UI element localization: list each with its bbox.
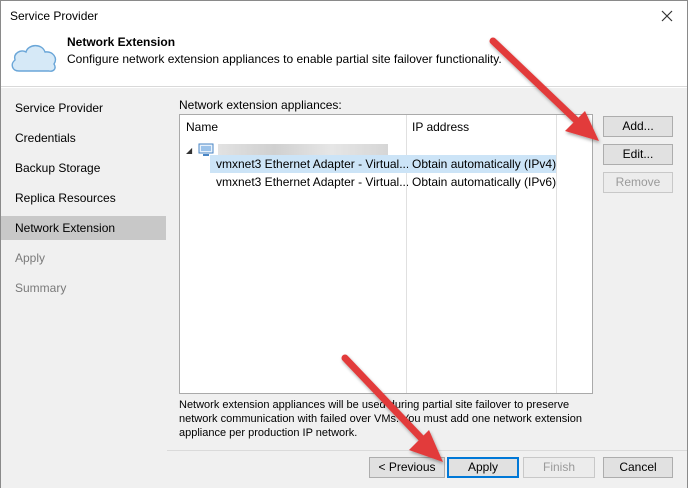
- column-divider: [556, 115, 557, 393]
- wizard-header: Network Extension Configure network exte…: [1, 31, 687, 87]
- row-name-cell: vmxnet3 Ethernet Adapter - Virtual...: [212, 155, 408, 173]
- row-name: vmxnet3 Ethernet Adapter - Virtual...: [216, 157, 408, 171]
- step-apply: Apply: [15, 251, 46, 265]
- row-ip: Obtain automatically (IPv6): [412, 175, 557, 189]
- row-ip: Obtain automatically (IPv4): [412, 157, 557, 171]
- page-subtitle: Configure network extension appliances t…: [67, 52, 502, 66]
- row-name-cell: vmxnet3 Ethernet Adapter - Virtual...: [212, 173, 408, 191]
- table-row[interactable]: vmxnet3 Ethernet Adapter - Virtual... Ob…: [210, 155, 556, 173]
- step-network-extension[interactable]: Network Extension: [1, 216, 166, 240]
- remove-button: Remove: [603, 172, 673, 193]
- table-row[interactable]: vmxnet3 Ethernet Adapter - Virtual... Ob…: [210, 173, 556, 191]
- wizard-steps: Service Provider Credentials Backup Stor…: [1, 88, 167, 488]
- close-button[interactable]: [653, 4, 681, 28]
- info-note: Network extension appliances will be use…: [179, 399, 582, 439]
- collapse-icon[interactable]: ◢: [186, 146, 192, 155]
- step-summary: Summary: [15, 281, 67, 295]
- add-button[interactable]: Add...: [603, 116, 673, 137]
- step-credentials[interactable]: Credentials: [1, 126, 166, 150]
- column-header-name[interactable]: Name: [180, 115, 406, 139]
- finish-button: Finish: [523, 457, 595, 478]
- row-name: vmxnet3 Ethernet Adapter - Virtual...: [216, 175, 408, 189]
- column-header-ip[interactable]: IP address: [406, 115, 556, 139]
- step-backup-storage[interactable]: Backup Storage: [1, 156, 166, 180]
- wizard-window: Service Provider Network Extension Confi…: [0, 0, 688, 488]
- appliances-label: Network extension appliances:: [179, 98, 342, 112]
- page-title: Network Extension: [67, 35, 176, 49]
- window-title: Service Provider: [10, 9, 99, 23]
- close-icon: [661, 10, 673, 22]
- step-replica-resources[interactable]: Replica Resources: [1, 186, 166, 210]
- title-bar: Service Provider: [1, 1, 687, 31]
- cancel-button[interactable]: Cancel: [603, 457, 673, 478]
- footer-divider: [167, 450, 687, 451]
- step-service-provider[interactable]: Service Provider: [1, 96, 166, 120]
- edit-button[interactable]: Edit...: [603, 144, 673, 165]
- appliances-list[interactable]: Name IP address ◢ vmxnet3 Ethernet Adapt…: [179, 114, 593, 394]
- cloud-icon: [11, 44, 57, 72]
- previous-button[interactable]: < Previous: [369, 457, 445, 478]
- apply-button[interactable]: Apply: [447, 457, 519, 478]
